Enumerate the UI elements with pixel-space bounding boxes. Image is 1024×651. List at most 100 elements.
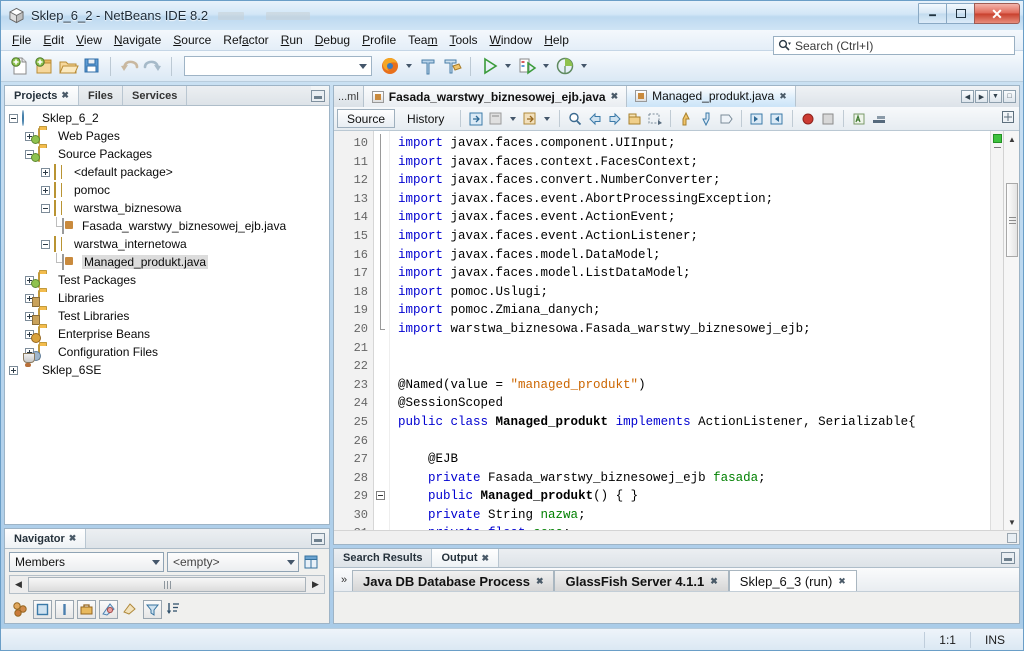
tree-node-test-libraries[interactable]: Test Libraries	[5, 307, 329, 325]
browser-dropdown-icon[interactable]	[406, 64, 412, 68]
close-icon[interactable]: ✖	[838, 576, 846, 587]
next-bookmark-icon[interactable]	[606, 110, 624, 128]
uncomment-icon[interactable]	[870, 110, 888, 128]
fold-marker[interactable]	[374, 487, 389, 506]
toggle-rectangular-selection-icon[interactable]	[717, 110, 735, 128]
filters-icon[interactable]	[143, 599, 162, 619]
close-icon[interactable]: ✖	[710, 576, 718, 587]
sort-alphabetically-icon[interactable]	[165, 600, 184, 619]
tree-node-configuration-files[interactable]: Configuration Files	[5, 343, 329, 361]
profile-project-icon[interactable]	[554, 55, 576, 77]
redo-icon[interactable]	[142, 55, 164, 77]
collapse-toggle-icon[interactable]	[9, 113, 18, 123]
minimize-window-icon[interactable]	[311, 89, 325, 102]
menu-help[interactable]: Help	[538, 31, 575, 49]
show-fields-icon[interactable]	[55, 599, 74, 619]
history-view-button[interactable]: History	[397, 109, 454, 128]
find-selection-icon[interactable]	[566, 110, 584, 128]
expand-toolbar-icon[interactable]	[1001, 110, 1019, 128]
output-console[interactable]	[334, 592, 1019, 623]
minimize-button[interactable]: ━	[918, 3, 947, 24]
save-all-icon[interactable]	[81, 55, 103, 77]
undo-icon[interactable]	[118, 55, 140, 77]
code-fold-bar[interactable]	[374, 131, 390, 530]
expand-toggle-icon[interactable]	[41, 167, 50, 177]
run-dropdown-icon[interactable]	[505, 64, 511, 68]
scrollbar-thumb[interactable]	[28, 577, 306, 592]
profile-dropdown-icon[interactable]	[581, 64, 587, 68]
search-field[interactable]: Search (Ctrl+I)	[773, 36, 1015, 55]
editor-tab-truncated[interactable]: ...ml	[334, 86, 364, 107]
minimize-window-icon[interactable]	[311, 532, 325, 545]
editor-tab-fasada[interactable]: Fasada_warstwy_biznesowej_ejb.java ✖	[363, 86, 628, 107]
menu-team[interactable]: Team	[402, 31, 443, 49]
expand-toggle-icon[interactable]	[41, 185, 50, 195]
tree-node-sklep-6-2[interactable]: Sklep_6_2	[5, 109, 329, 127]
insert-code-icon[interactable]	[487, 110, 505, 128]
browser-firefox-icon[interactable]	[379, 55, 401, 77]
source-code[interactable]: import javax.faces.component.UIInput; imp…	[390, 131, 990, 530]
subtab-sklep-6-3-run[interactable]: Sklep_6_3 (run) ✖	[728, 570, 857, 591]
tree-node-managed-produkt-java[interactable]: Managed_produkt.java	[5, 253, 329, 271]
close-icon[interactable]: ✖	[779, 91, 787, 102]
tab-output[interactable]: Output ✖	[432, 549, 500, 567]
project-config-combo[interactable]	[184, 56, 372, 76]
show-inherited-icon[interactable]	[33, 599, 52, 619]
subtab-glassfish-server[interactable]: GlassFish Server 4.1.1 ✖	[554, 570, 729, 591]
collapse-toggle-icon[interactable]	[41, 239, 50, 249]
tree-node-pomoc[interactable]: pomoc	[5, 181, 329, 199]
overflow-icon[interactable]: »	[336, 568, 352, 591]
close-icon[interactable]: ✖	[69, 533, 77, 544]
scroll-left-icon[interactable]: ◀	[10, 579, 27, 590]
tree-node-warstwa-biznesowa[interactable]: warstwa_biznesowa	[5, 199, 329, 217]
shift-right-icon[interactable]	[768, 110, 786, 128]
clean-build-icon[interactable]	[441, 55, 463, 77]
tree-node-fasada-java[interactable]: Fasada_warstwy_biznesowej_ejb.java	[5, 217, 329, 235]
tab-services[interactable]: Services	[123, 86, 188, 105]
error-stripe[interactable]	[990, 131, 1003, 530]
menu-edit[interactable]: Edit	[37, 31, 70, 49]
menu-tools[interactable]: Tools	[443, 31, 483, 49]
debug-project-icon[interactable]	[516, 55, 538, 77]
close-icon[interactable]: ✖	[61, 90, 69, 101]
tree-node-sklep-6se[interactable]: Sklep_6SE	[5, 361, 329, 379]
next-error-icon[interactable]	[697, 110, 715, 128]
close-button[interactable]: ✕	[974, 3, 1020, 24]
menu-window[interactable]: Window	[484, 31, 539, 49]
shift-left-icon[interactable]	[748, 110, 766, 128]
comment-icon[interactable]	[850, 110, 868, 128]
show-constructors-icon[interactable]	[121, 600, 140, 619]
open-project-icon[interactable]	[57, 55, 79, 77]
editor-horizontal-scrollbar[interactable]	[334, 530, 1019, 544]
expand-toggle-icon[interactable]	[9, 365, 18, 375]
stop-icon[interactable]	[819, 110, 837, 128]
scroll-right-icon[interactable]: ▶	[307, 579, 324, 590]
show-static-icon[interactable]	[77, 599, 96, 619]
tab-projects[interactable]: Projects ✖	[5, 86, 79, 105]
new-file-icon[interactable]	[9, 55, 31, 77]
project-tree[interactable]: Sklep_6_2 Web Pages Source Packages <def…	[5, 106, 329, 524]
menu-profile[interactable]: Profile	[356, 31, 402, 49]
scroll-down-icon[interactable]: ▼	[1004, 514, 1019, 530]
scroll-tabs-left-icon[interactable]: ◀	[961, 90, 974, 103]
tree-node-web-pages[interactable]: Web Pages	[5, 127, 329, 145]
scroll-tabs-right-icon[interactable]: ▶	[975, 90, 988, 103]
subtab-java-db-database-process[interactable]: Java DB Database Process ✖	[352, 570, 555, 591]
toggle-bookmark-icon[interactable]	[626, 110, 644, 128]
build-project-icon[interactable]	[417, 55, 439, 77]
previous-bookmark-icon[interactable]	[586, 110, 604, 128]
maximize-button[interactable]	[946, 3, 975, 24]
menu-navigate[interactable]: Navigate	[108, 31, 167, 49]
debug-dropdown-icon[interactable]	[543, 64, 549, 68]
insert-code-dropdown-icon[interactable]	[510, 116, 517, 121]
close-icon[interactable]: ✖	[536, 576, 544, 587]
run-project-icon[interactable]	[478, 55, 500, 77]
menu-view[interactable]: View	[70, 31, 108, 49]
tree-node-warstwa-internetowa[interactable]: warstwa_internetowa	[5, 235, 329, 253]
menu-file[interactable]: File	[6, 31, 37, 49]
navigator-filters-icon[interactable]	[302, 553, 320, 572]
members-view-icon[interactable]	[11, 600, 30, 619]
show-non-public-icon[interactable]	[99, 599, 118, 619]
tree-node-libraries[interactable]: Libraries	[5, 289, 329, 307]
navigator-filter-select[interactable]: <empty>	[167, 552, 299, 572]
